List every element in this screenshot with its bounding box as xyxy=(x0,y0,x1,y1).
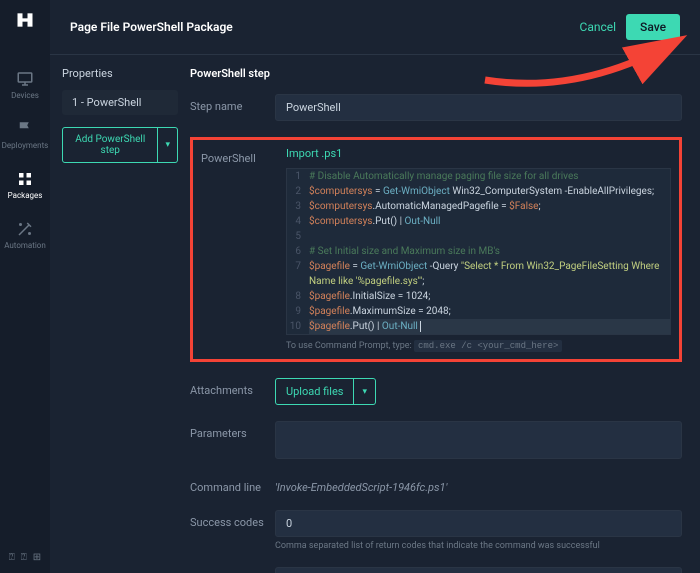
nav-automation[interactable]: Automation xyxy=(0,210,50,260)
success-codes-helper: Comma separated list of return codes tha… xyxy=(275,541,682,551)
run-as-label: Run as xyxy=(190,567,275,573)
step-name-label: Step name xyxy=(190,94,275,113)
sidebar-bottom-icons: ⍰ ⍰ ⊞ xyxy=(9,552,41,563)
section-heading: PowerShell step xyxy=(190,67,682,80)
command-line-value: 'Invoke-EmbeddedScript-1946fc.ps1' xyxy=(275,475,682,494)
step-tab-1[interactable]: 1 - PowerShell xyxy=(62,90,178,115)
parameters-label: Parameters xyxy=(190,421,275,440)
monitor-icon xyxy=(16,70,34,88)
nav-label: Packages xyxy=(8,191,43,200)
app-logo-icon xyxy=(15,10,35,30)
nav-devices[interactable]: Devices xyxy=(0,60,50,110)
import-ps1-link[interactable]: Import .ps1 xyxy=(286,147,342,160)
wand-icon xyxy=(16,220,34,238)
run-as-select[interactable]: Local system ▼ xyxy=(275,567,682,573)
command-prompt-hint: To use Command Prompt, type: cmd.exe /c … xyxy=(286,341,671,351)
nav-label: Automation xyxy=(4,241,46,250)
add-step-dropdown[interactable]: ▾ xyxy=(158,127,178,163)
upload-files-button[interactable]: Upload files xyxy=(275,378,354,405)
command-line-label: Command line xyxy=(190,475,275,494)
help-icon[interactable]: ⍰ xyxy=(9,552,15,563)
user-icon[interactable]: ⍰ xyxy=(21,552,27,563)
code-editor[interactable]: 1# Disable Automatically manage paging f… xyxy=(286,168,671,335)
cancel-button[interactable]: Cancel xyxy=(580,20,617,34)
highlighted-region: PowerShell Import .ps1 1# Disable Automa… xyxy=(190,137,682,362)
nav-label: Devices xyxy=(11,91,39,100)
save-button[interactable]: Save xyxy=(626,14,680,40)
sidebar: Devices Deployments Packages Automation … xyxy=(0,0,50,573)
step-name-input[interactable] xyxy=(275,94,682,121)
success-codes-label: Success codes xyxy=(190,510,275,529)
properties-heading: Properties xyxy=(62,67,178,80)
header: Page File PowerShell Package Cancel Save xyxy=(50,0,700,55)
attachments-label: Attachments xyxy=(190,378,275,397)
nav-deployments[interactable]: Deployments xyxy=(0,110,50,160)
nav-label: Deployments xyxy=(2,141,49,150)
page-title: Page File PowerShell Package xyxy=(70,20,233,34)
grid-icon xyxy=(16,170,34,188)
upload-dropdown[interactable]: ▾ xyxy=(354,378,376,405)
flag-icon xyxy=(16,120,34,138)
add-step-button[interactable]: Add PowerShell step xyxy=(62,127,158,163)
success-codes-input[interactable] xyxy=(275,510,682,537)
add-icon[interactable]: ⊞ xyxy=(33,552,41,563)
parameters-input[interactable] xyxy=(275,421,682,459)
nav-packages[interactable]: Packages xyxy=(0,160,50,210)
powershell-label: PowerShell xyxy=(201,146,286,165)
